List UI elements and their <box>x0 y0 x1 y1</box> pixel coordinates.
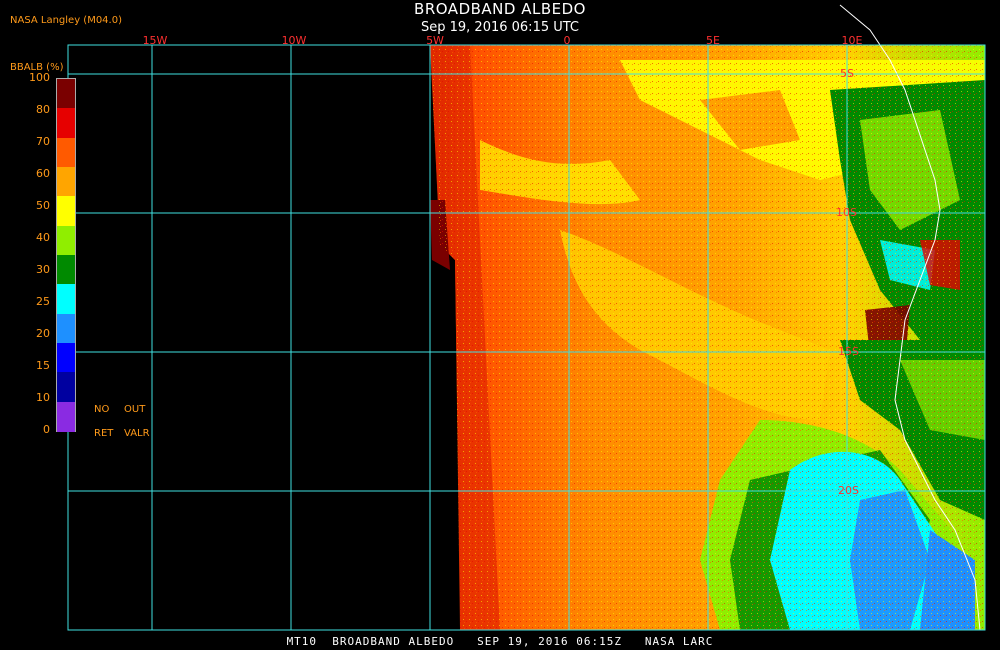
longitude-label: 5W <box>426 34 444 47</box>
longitude-label: 15W <box>142 34 168 47</box>
longitude-label: 0 <box>563 34 571 47</box>
colorbar-tick-label: 50 <box>36 199 50 212</box>
colorbar-segment <box>57 372 75 403</box>
colorbar-segment <box>57 343 75 373</box>
colorbar-tick-label: 25 <box>36 295 50 308</box>
colorbar-segment <box>57 284 75 315</box>
colorbar-tick-label: 100 <box>29 71 50 84</box>
latitude-label: 10S <box>836 206 857 219</box>
colorbar-segment <box>57 137 75 168</box>
colorbar-tick-label: 15 <box>36 359 50 372</box>
colorbar-tick-label: 60 <box>36 167 50 180</box>
colorbar-segment <box>57 401 75 432</box>
colorbar-segment <box>57 196 75 227</box>
colorbar-tick-label: 80 <box>36 103 50 116</box>
colorbar-segment <box>57 225 75 256</box>
colorbar-segment <box>57 255 75 285</box>
colorbar-tick-label: 40 <box>36 231 50 244</box>
albedo-map <box>67 4 986 631</box>
out-valr-label-bottom: VALR <box>124 428 150 439</box>
colorbar <box>56 78 76 432</box>
colorbar-segment <box>57 313 75 344</box>
colorbar-segment <box>57 167 75 197</box>
out-valr-label-top: OUT <box>124 404 146 415</box>
colorbar-segment <box>57 79 75 109</box>
colorbar-tick-label: 0 <box>43 423 50 436</box>
latitude-label: 15S <box>838 345 859 358</box>
latitude-label: 20S <box>838 484 859 497</box>
colorbar-segment <box>57 108 75 139</box>
map-title: BROADBAND ALBEDO <box>414 0 586 18</box>
colorbar-tick-label: 10 <box>36 391 50 404</box>
longitude-label: 10W <box>281 34 307 47</box>
map-subtitle: Sep 19, 2016 06:15 UTC <box>420 20 580 35</box>
no-ret-label-bottom: RET <box>94 428 114 439</box>
colorbar-tick-label: 20 <box>36 327 50 340</box>
colorbar-tick-label: 30 <box>36 263 50 276</box>
longitude-label: 10E <box>841 34 863 47</box>
latitude-label: 5S <box>840 67 854 80</box>
no-ret-label-top: NO <box>94 404 110 415</box>
credit-label: NASA Langley (M04.0) <box>10 15 122 26</box>
footer-caption: MT10 BROADBAND ALBEDO SEP 19, 2016 06:15… <box>286 635 714 648</box>
colorbar-tick-label: 70 <box>36 135 50 148</box>
longitude-label: 5E <box>706 34 720 47</box>
